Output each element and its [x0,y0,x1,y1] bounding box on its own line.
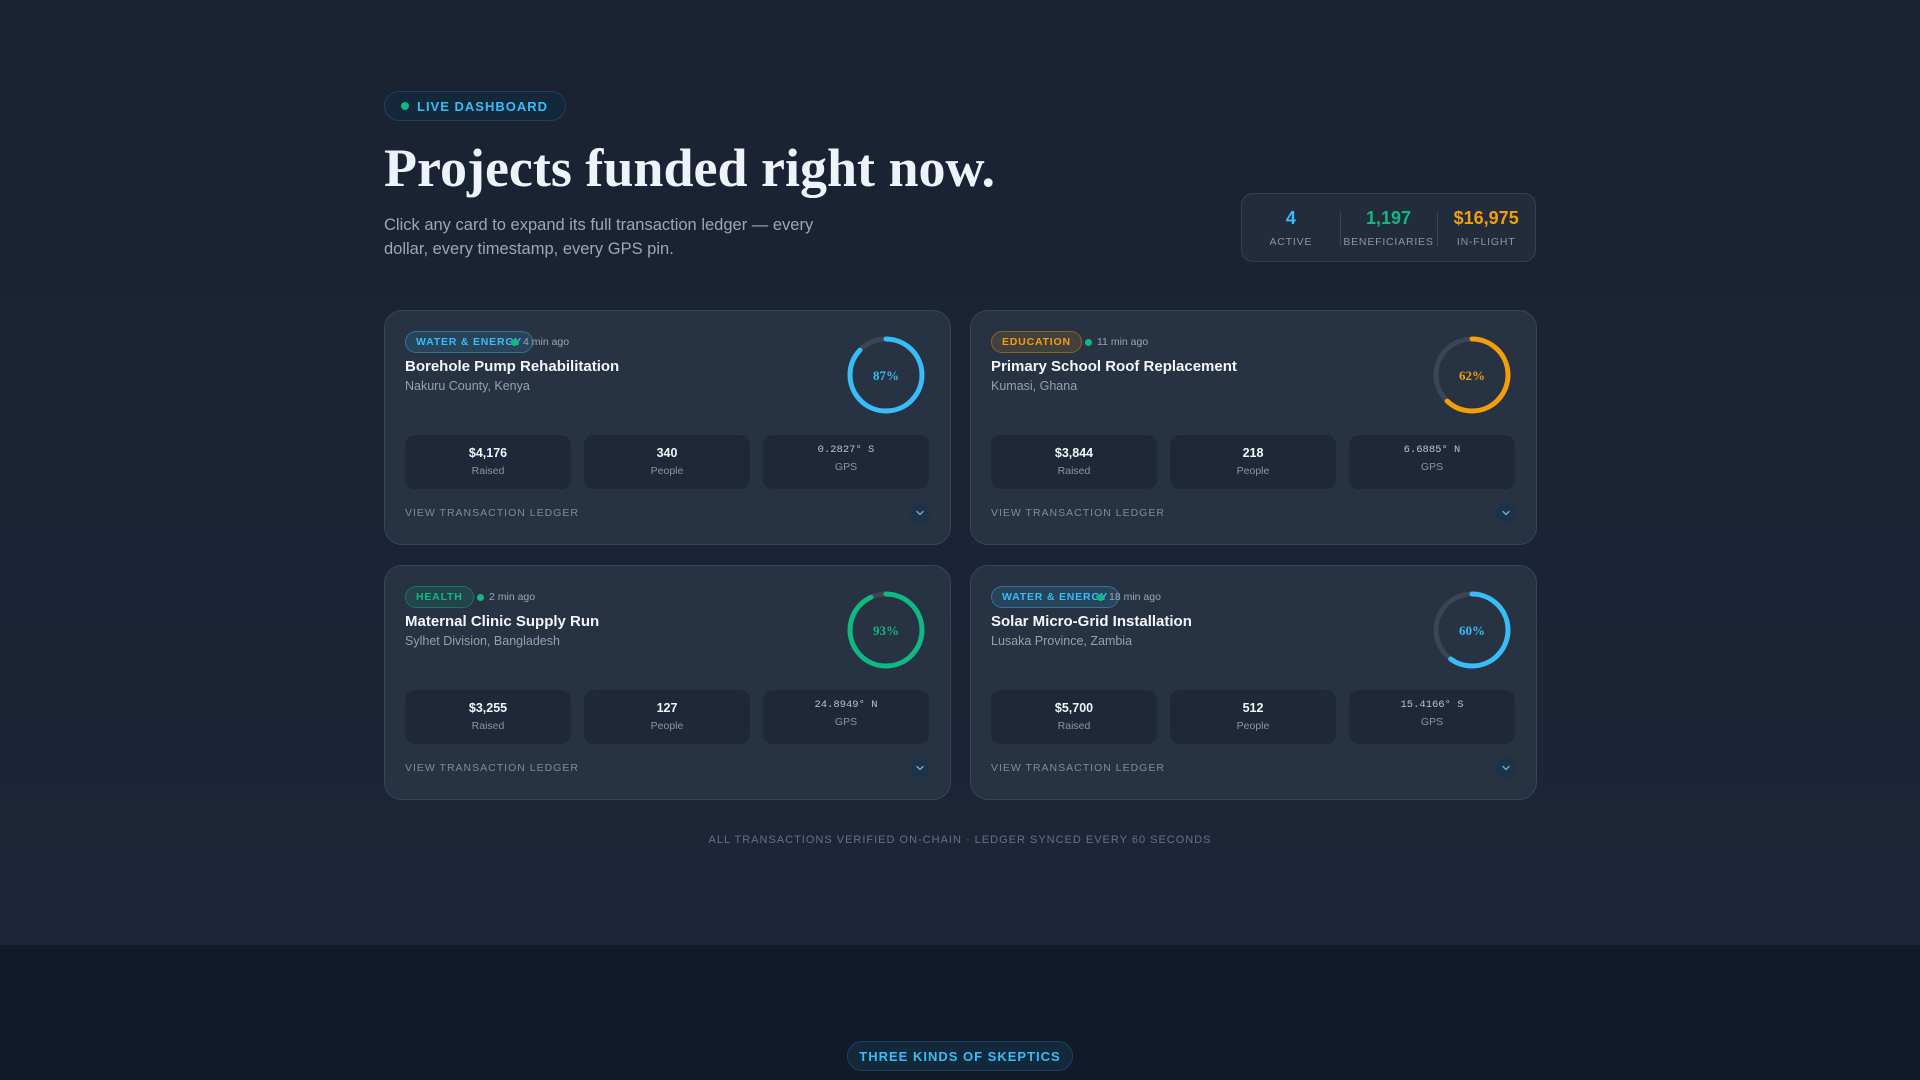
people-value: 218 [1242,446,1264,460]
project-card[interactable]: HEALTH 2 min ago Maternal Clinic Supply … [384,565,951,800]
people-stat: 512 People [1170,690,1336,744]
funding-progress-ring: 87% [847,336,925,414]
view-ledger-link[interactable]: VIEW TRANSACTION LEDGER [991,507,1165,519]
gps-stat: 0.2827° S GPS [763,435,929,489]
people-stat: 218 People [1170,435,1336,489]
people-label: People [1236,720,1270,732]
live-dashboard-badge: LIVE DASHBOARD [384,91,567,121]
project-location: Lusaka Province, Zambia [991,634,1133,648]
summary-beneficiaries-label: BENEFICIARIES [1343,235,1434,248]
people-stat: 340 People [584,435,750,489]
raised-value: $3,844 [1054,446,1094,460]
live-status-dot [1097,593,1104,601]
chevron-down-icon [916,765,924,771]
progress-percent: 62% [1459,368,1485,383]
project-location: Nakuru County, Kenya [405,379,530,393]
raised-value: $5,700 [1054,701,1094,715]
page-title: Projects funded right now. [384,138,996,198]
people-label: People [650,720,684,732]
summary-in-flight-value: $16,975 [1453,207,1519,228]
page-subtitle: Click any card to expand its full transa… [384,216,814,258]
project-location: Kumasi, Ghana [991,379,1078,393]
people-label: People [650,465,684,477]
expand-ledger-button[interactable] [910,503,930,523]
view-ledger-link[interactable]: VIEW TRANSACTION LEDGER [991,762,1165,774]
project-card[interactable]: EDUCATION 11 min ago Primary School Roof… [970,310,1537,545]
raised-label: Raised [1057,720,1091,732]
summary-stats: 4 ACTIVE 1,197 BENEFICIARIES $16,975 IN-… [1241,193,1536,262]
project-title: Borehole Pump Rehabilitation [405,358,620,375]
live-status-dot [477,593,484,601]
raised-stat: $3,844 Raised [991,435,1157,489]
updated-time-label: 2 min ago [489,591,536,603]
summary-in-flight-label: IN-FLIGHT [1456,235,1516,248]
progress-percent: 87% [873,368,899,383]
raised-label: Raised [1057,465,1091,477]
gps-label: GPS [834,461,858,473]
summary-in-flight: $16,975 IN-FLIGHT [1437,208,1535,248]
view-ledger-link[interactable]: VIEW TRANSACTION LEDGER [405,507,579,519]
gps-value: 15.4166° S [1400,699,1464,711]
raised-label: Raised [471,465,505,477]
project-title: Solar Micro-Grid Installation [991,613,1192,630]
gps-stat: 15.4166° S GPS [1349,690,1515,744]
summary-beneficiaries: 1,197 BENEFICIARIES [1339,207,1438,248]
people-label: People [1236,465,1270,477]
funding-progress-ring: 60% [1433,591,1511,669]
category-tag: EDUCATION [991,331,1082,353]
updated-time-label: 4 min ago [523,336,570,348]
gps-stat: 24.8949° N GPS [763,690,929,744]
project-card[interactable]: WATER & ENERGY 18 min ago Solar Micro-Gr… [970,565,1537,800]
raised-value: $4,176 [468,446,508,460]
gps-stat: 6.6885° N GPS [1349,435,1515,489]
live-status-dot [511,338,518,346]
updated-time: 18 min ago [1097,586,1161,608]
chevron-down-icon [1502,510,1510,516]
gps-label: GPS [1420,461,1444,473]
project-location: Sylhet Division, Bangladesh [405,634,560,648]
updated-time-label: 18 min ago [1109,591,1161,603]
section-badge: THREE KINDS OF SKEPTICS [847,1041,1073,1071]
gps-label: GPS [1420,716,1444,728]
funding-progress-ring: 62% [1433,336,1511,414]
gps-value: 24.8949° N [814,699,878,711]
updated-time: 4 min ago [511,331,569,353]
raised-label: Raised [471,720,505,732]
live-badge-label: LIVE DASHBOARD [417,98,549,114]
live-status-dot [1085,338,1092,346]
raised-stat: $3,255 Raised [405,690,571,744]
live-status-dot [401,102,409,110]
people-value: 127 [656,701,678,715]
gps-value: 6.6885° N [1403,444,1461,456]
view-ledger-link[interactable]: VIEW TRANSACTION LEDGER [405,762,579,774]
project-title: Maternal Clinic Supply Run [405,613,600,630]
chevron-down-icon [1502,765,1510,771]
raised-stat: $5,700 Raised [991,690,1157,744]
people-stat: 127 People [584,690,750,744]
expand-ledger-button[interactable] [1496,758,1516,778]
people-value: 340 [656,446,678,460]
gps-value: 0.2827° S [817,444,875,456]
summary-active: 4 ACTIVE [1242,208,1340,248]
raised-value: $3,255 [468,701,508,715]
expand-ledger-button[interactable] [1496,503,1516,523]
expand-ledger-button[interactable] [910,758,930,778]
verification-footnote: ALL TRANSACTIONS VERIFIED ON-CHAIN · LED… [708,834,1212,846]
progress-percent: 93% [873,623,899,638]
people-value: 512 [1242,701,1264,715]
updated-time: 11 min ago [1085,331,1148,353]
project-title: Primary School Roof Replacement [991,358,1237,375]
category-tag: HEALTH [405,586,474,608]
summary-beneficiaries-value: 1,197 [1365,207,1412,228]
updated-time-label: 11 min ago [1097,336,1149,348]
summary-active-value: 4 [1285,207,1296,228]
summary-active-label: ACTIVE [1269,235,1313,248]
funding-progress-ring: 93% [847,591,925,669]
project-card[interactable]: WATER & ENERGY 4 min ago Borehole Pump R… [384,310,951,545]
raised-stat: $4,176 Raised [405,435,571,489]
updated-time: 2 min ago [477,586,535,608]
chevron-down-icon [916,510,924,516]
gps-label: GPS [834,716,858,728]
progress-percent: 60% [1459,623,1485,638]
